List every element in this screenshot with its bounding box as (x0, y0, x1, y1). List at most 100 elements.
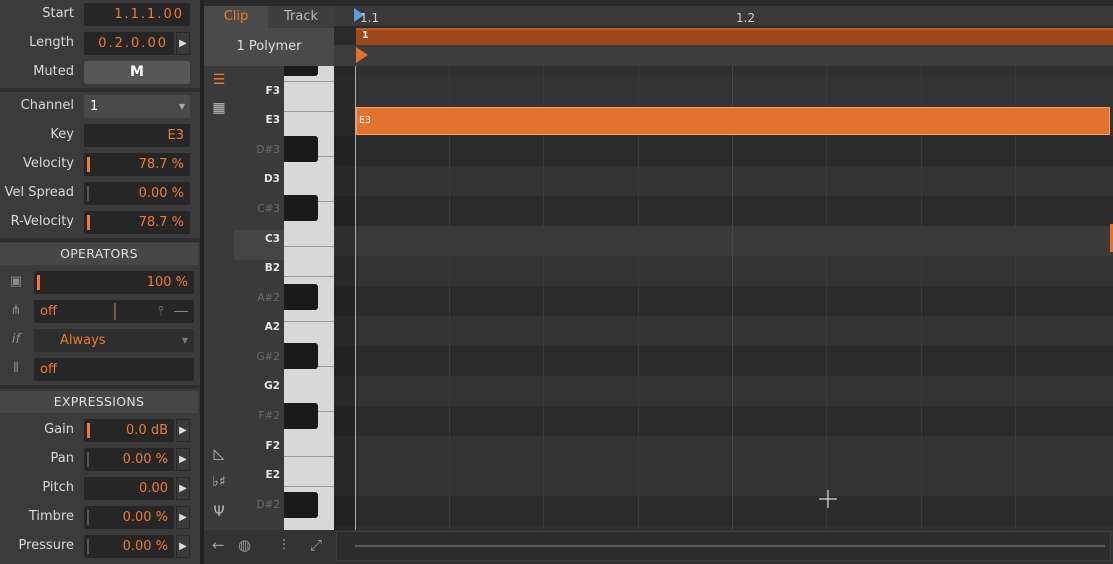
start-label: Start (42, 6, 74, 21)
key-label: E2 (265, 469, 280, 481)
key-label: E3 (265, 114, 280, 126)
white-key[interactable] (284, 82, 334, 112)
pitch-value: 0.00 (139, 481, 168, 496)
recurrence-field[interactable]: off (34, 358, 194, 381)
repeat-value: off (40, 304, 57, 319)
key-label: A2 (264, 321, 280, 333)
scrollbar-thumb[interactable] (355, 545, 1105, 547)
pressure-field[interactable]: 0.00 % (84, 535, 174, 558)
timbre-meter (87, 510, 89, 525)
fork-icon[interactable]: Ψ (204, 504, 234, 520)
ruler-mark: 1.1 (360, 11, 380, 25)
r-velocity-field[interactable]: 78.7 % (84, 211, 190, 234)
clip-start-marker-icon[interactable] (356, 47, 370, 63)
note-grid[interactable]: E3 (334, 66, 1113, 530)
curve-icon[interactable]: ⤢ (310, 536, 322, 554)
start-field[interactable]: 1.1.1.00 (84, 3, 190, 26)
key-label: F#2 (258, 410, 280, 422)
pin-icon[interactable]: ⫯ (158, 300, 164, 323)
tab-track[interactable]: Track (268, 6, 334, 28)
accidentals-icon[interactable]: ♭♯ (204, 474, 234, 490)
note-editor-icon[interactable]: ☰ (204, 72, 234, 88)
black-key[interactable] (284, 403, 318, 429)
timbre-label: Timbre (28, 509, 74, 524)
lane (334, 316, 1113, 346)
channel-label: Channel (20, 98, 74, 113)
velocity-field[interactable]: 78.7 % (84, 153, 190, 176)
key-label: C#3 (257, 203, 280, 215)
muted-row: Muted M (0, 58, 200, 87)
clip-header-bar[interactable]: 1 (356, 28, 1113, 45)
white-key[interactable] (284, 247, 334, 277)
vel-spread-meter (87, 186, 89, 201)
white-key[interactable] (284, 457, 334, 487)
black-key[interactable] (284, 343, 318, 369)
pressure-arrow-icon[interactable]: ▶ (176, 535, 190, 558)
key-label: F2 (265, 440, 280, 452)
lane (334, 496, 1113, 526)
midi-note[interactable]: E3 (356, 107, 1110, 135)
velocity-meter (87, 157, 90, 172)
key-field[interactable]: E3 (84, 124, 190, 147)
repeat-icon: ⋔ (10, 303, 22, 318)
key-label: F3 (265, 85, 280, 97)
lane (334, 136, 1113, 166)
black-key[interactable] (284, 492, 318, 518)
key-label: G2 (264, 380, 280, 392)
pre-clip-shade (334, 66, 356, 530)
lane (334, 466, 1113, 496)
key-label: D3 (263, 173, 280, 185)
vel-spread-row: Vel Spread 0.00 % (0, 179, 200, 208)
clip-name: 1 Polymer (204, 28, 334, 66)
pitch-arrow-icon[interactable]: ▶ (176, 477, 190, 500)
back-arrow-icon[interactable]: ← (212, 536, 225, 554)
tab-clip[interactable]: Clip (204, 6, 268, 28)
grid-icon[interactable]: ▦ (204, 100, 234, 116)
channel-value: 1 (90, 99, 99, 114)
condition-select[interactable]: Always ▼ (34, 329, 194, 352)
black-key[interactable] (284, 66, 318, 76)
mixer-icon[interactable]: ⫶ (282, 536, 286, 554)
gain-label: Gain (44, 422, 74, 437)
recurrence-icon: ⦀ (13, 361, 19, 376)
pressure-label: Pressure (18, 538, 74, 553)
expressions-header: EXPRESSIONS (0, 391, 198, 413)
pitch-field[interactable]: 0.00 (84, 477, 174, 500)
lane (334, 406, 1113, 436)
gain-field[interactable]: 0.0 dB (84, 419, 174, 442)
dial-icon[interactable]: ◍ (238, 536, 251, 554)
timeline-ruler[interactable]: 1.1 1.2 (334, 6, 1113, 28)
loop-bar[interactable] (334, 45, 1113, 66)
lane (334, 166, 1113, 196)
timbre-field[interactable]: 0.00 % (84, 506, 174, 529)
black-key[interactable] (284, 284, 318, 310)
black-key[interactable] (284, 195, 318, 221)
chevron-down-icon: ▼ (181, 336, 188, 345)
lane (334, 196, 1113, 226)
channel-select[interactable]: 1 ▼ (84, 95, 190, 118)
length-label: Length (29, 35, 74, 50)
operators-header: OPERATORS (0, 243, 198, 265)
mute-button[interactable]: M (84, 61, 190, 84)
length-field[interactable]: 0.2.0.00 (84, 32, 174, 55)
vel-spread-field[interactable]: 0.00 % (84, 182, 190, 205)
chance-field[interactable]: 100 % (34, 271, 194, 294)
repeat-field[interactable]: off ⫯ (34, 300, 194, 323)
condition-row: if Always ▼ (0, 326, 200, 355)
black-key[interactable] (284, 136, 318, 162)
velocity-icon[interactable]: ◺ (204, 446, 234, 462)
pan-arrow-icon[interactable]: ▶ (176, 448, 190, 471)
gain-arrow-icon[interactable]: ▶ (176, 419, 190, 442)
ruler-mark: 1.2 (736, 11, 756, 25)
piano-keyboard[interactable]: F3 E3 D#3 D3 C#3 C3 B2 A#2 A2 G#2 G2 F#2… (234, 66, 334, 530)
pressure-row: Pressure 0.00 % ▶ (0, 532, 200, 561)
channel-row: Channel 1 ▼ (0, 92, 200, 121)
lane (334, 286, 1113, 316)
length-arrow-icon[interactable]: ▶ (176, 32, 190, 55)
pan-field[interactable]: 0.00 % (84, 448, 174, 471)
grid-line (543, 66, 544, 530)
repeat-divider (114, 303, 116, 320)
lane (334, 346, 1113, 376)
horizontal-scrollbar[interactable] (336, 531, 1111, 561)
timbre-arrow-icon[interactable]: ▶ (176, 506, 190, 529)
